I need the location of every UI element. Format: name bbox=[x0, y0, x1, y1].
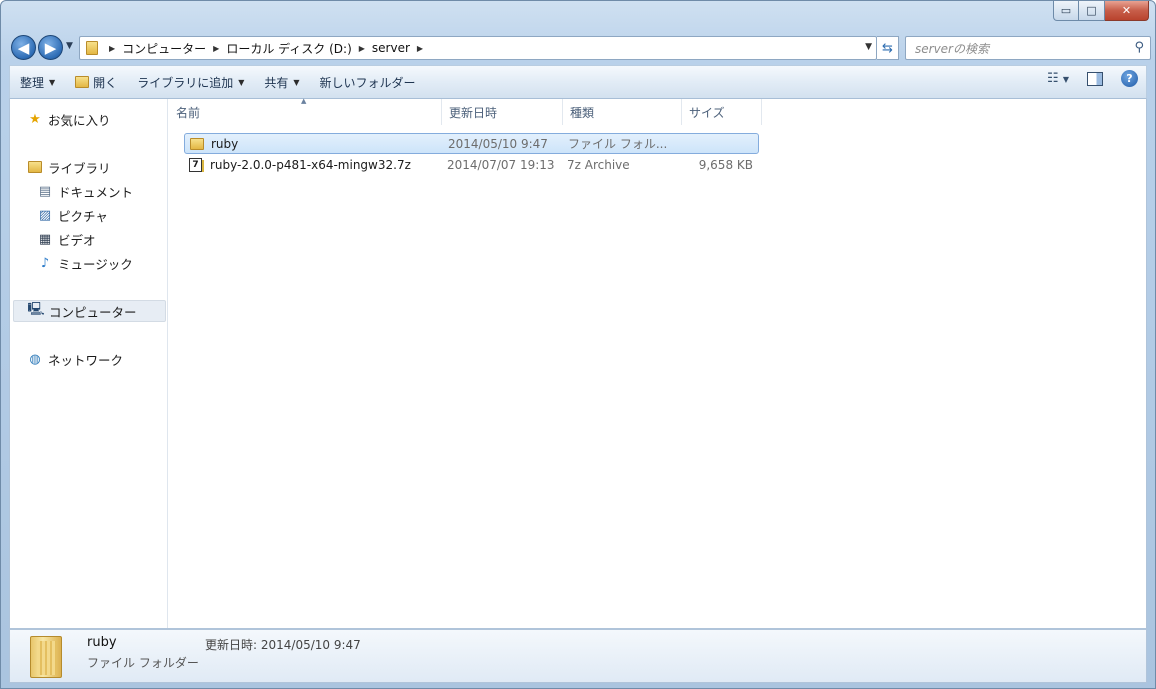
new-folder-label: 新しいフォルダー bbox=[319, 75, 416, 90]
sort-ascending-icon: ▲ bbox=[301, 97, 307, 105]
file-size: 9,658 KB bbox=[698, 157, 753, 172]
add-to-library-button[interactable]: ライブラリに追加 ▼ bbox=[127, 69, 254, 95]
nav-item-label: ビデオ bbox=[58, 232, 96, 248]
refresh-button[interactable]: ⇆ bbox=[877, 36, 899, 60]
column-header-label: 種類 bbox=[570, 105, 595, 120]
chevron-right-icon[interactable]: ▶ bbox=[109, 44, 115, 53]
new-folder-button[interactable]: 新しいフォルダー bbox=[310, 69, 426, 95]
chevron-down-icon: ▼ bbox=[49, 77, 56, 87]
back-button[interactable]: ◀ bbox=[11, 35, 36, 60]
chevron-right-icon[interactable]: ▶ bbox=[213, 44, 219, 53]
breadcrumb-computer[interactable]: コンピューター bbox=[122, 40, 206, 57]
library-icon bbox=[26, 161, 44, 173]
nav-item-label: ピクチャ bbox=[58, 208, 108, 224]
recent-pages-dropdown-icon[interactable]: ▼ bbox=[66, 41, 73, 51]
column-header-label: 更新日時 bbox=[449, 105, 498, 120]
explorer-window: ▭ □ ✕ ◀ ▶ ▼ ▶ コンピューター ▶ ローカル ディスク (D:) ▶… bbox=[0, 0, 1156, 689]
column-header-name[interactable]: ▲ 名前 bbox=[169, 97, 442, 125]
open-label: 開く bbox=[93, 75, 118, 90]
minimize-button[interactable]: ▭ bbox=[1053, 1, 1079, 21]
column-headers: ▲ 名前 更新日時 種類 サイズ bbox=[169, 97, 762, 125]
folder-icon bbox=[86, 41, 98, 55]
open-folder-icon bbox=[75, 76, 90, 88]
address-bar[interactable]: ▶ コンピューター ▶ ローカル ディスク (D:) ▶ server ▶ ▼ bbox=[79, 36, 877, 60]
file-type: ファイル フォル... bbox=[568, 137, 668, 151]
add-to-library-label: ライブラリに追加 bbox=[137, 75, 234, 90]
chevron-right-icon[interactable]: ▶ bbox=[417, 44, 423, 53]
star-icon: ★ bbox=[29, 111, 41, 127]
command-bar: 整理 ▼ 開く ライブラリに追加 ▼ 共有 ▼ 新しいフォルダー ☷ ▼ ? bbox=[9, 65, 1147, 99]
chevron-right-icon[interactable]: ▶ bbox=[359, 44, 365, 53]
open-button[interactable]: 開く bbox=[65, 69, 127, 95]
search-placeholder: serverの検索 bbox=[915, 41, 989, 56]
maximize-button[interactable]: □ bbox=[1079, 1, 1105, 21]
file-date: 2014/05/10 9:47 bbox=[448, 136, 548, 151]
file-date: 2014/07/07 19:13 bbox=[447, 157, 555, 172]
arrow-right-icon: ▶ bbox=[44, 38, 57, 57]
nav-item-label: ミュージック bbox=[58, 256, 133, 272]
details-modified: 更新日時: 2014/05/10 9:47 bbox=[205, 638, 361, 652]
nav-item-label: ネットワーク bbox=[48, 352, 124, 368]
address-row: ◀ ▶ ▼ ▶ コンピューター ▶ ローカル ディスク (D:) ▶ serve… bbox=[9, 33, 1151, 61]
breadcrumb-server[interactable]: server bbox=[372, 41, 410, 55]
search-icon[interactable]: ⚲ bbox=[1134, 40, 1144, 55]
search-input[interactable]: serverの検索 ⚲ bbox=[905, 36, 1151, 60]
nav-item-network[interactable]: ◍ ネットワーク bbox=[26, 348, 182, 370]
nav-item-label: ライブラリ bbox=[48, 160, 111, 176]
music-note-icon: ♪ bbox=[40, 255, 50, 271]
refresh-icon: ⇆ bbox=[882, 40, 893, 56]
details-type: ファイル フォルダー bbox=[87, 656, 199, 670]
nav-item-favorites[interactable]: ★ お気に入り bbox=[26, 108, 182, 130]
organize-label: 整理 bbox=[20, 75, 45, 90]
column-header-size[interactable]: サイズ bbox=[682, 99, 762, 125]
address-dropdown-icon[interactable]: ▼ bbox=[865, 42, 872, 52]
column-header-label: 名前 bbox=[176, 105, 201, 120]
details-name: ruby bbox=[87, 635, 117, 650]
column-header-label: サイズ bbox=[689, 105, 725, 120]
chevron-down-icon: ▼ bbox=[293, 77, 300, 87]
caption-buttons: ▭ □ ✕ bbox=[1053, 1, 1149, 21]
help-icon[interactable]: ? bbox=[1121, 70, 1138, 87]
details-pane: ruby ファイル フォルダー 更新日時: 2014/05/10 9:47 bbox=[9, 629, 1147, 683]
computer-icon: 🖳 bbox=[27, 302, 45, 317]
change-view-icon[interactable]: ☷ ▼ bbox=[1047, 71, 1069, 86]
file-list: ▲ 名前 更新日時 種類 サイズ ruby 2014/05/10 9:47 ファ… bbox=[169, 97, 1146, 628]
file-type: 7z Archive bbox=[567, 157, 630, 172]
7z-archive-icon: 7 bbox=[189, 157, 205, 172]
file-name-cell: 7 ruby-2.0.0-p481-x64-mingw32.7z bbox=[184, 157, 441, 172]
nav-item-label: コンピューター bbox=[49, 304, 137, 320]
file-row[interactable]: 7 ruby-2.0.0-p481-x64-mingw32.7z 2014/07… bbox=[184, 154, 759, 175]
navigation-pane: ★ お気に入り ライブラリ ▤ ドキュメント ▨ ピクチャ ▦ ビデオ ♪ ミュ… bbox=[10, 99, 168, 628]
document-icon: ▤ bbox=[38, 183, 52, 199]
breadcrumb-local-disk[interactable]: ローカル ディスク (D:) bbox=[226, 40, 351, 57]
arrow-left-icon: ◀ bbox=[17, 38, 30, 57]
file-row[interactable]: ruby 2014/05/10 9:47 ファイル フォル... bbox=[184, 133, 759, 154]
nav-item-label: ドキュメント bbox=[58, 184, 134, 200]
file-name: ruby bbox=[211, 136, 239, 151]
file-name-cell: ruby bbox=[185, 137, 442, 151]
chevron-down-icon: ▼ bbox=[238, 77, 245, 87]
column-header-type[interactable]: 種類 bbox=[563, 99, 682, 125]
body-area: ★ お気に入り ライブラリ ▤ ドキュメント ▨ ピクチャ ▦ ビデオ ♪ ミュ… bbox=[9, 97, 1147, 629]
video-icon: ▦ bbox=[38, 231, 52, 247]
toolbar-right-group: ☷ ▼ ? bbox=[1047, 70, 1138, 87]
forward-button[interactable]: ▶ bbox=[38, 35, 63, 60]
network-icon: ◍ bbox=[29, 351, 41, 367]
preview-pane-icon[interactable] bbox=[1087, 71, 1103, 86]
folder-icon bbox=[30, 636, 62, 678]
folder-icon bbox=[190, 137, 206, 150]
nav-item-libraries[interactable]: ライブラリ bbox=[26, 156, 182, 178]
organize-button[interactable]: 整理 ▼ bbox=[10, 69, 65, 95]
nav-item-computer[interactable]: 🖳 コンピューター bbox=[13, 300, 166, 322]
share-button[interactable]: 共有 ▼ bbox=[254, 69, 309, 95]
nav-item-label: お気に入り bbox=[48, 112, 111, 128]
close-button[interactable]: ✕ bbox=[1105, 1, 1149, 21]
share-label: 共有 bbox=[264, 75, 289, 90]
picture-icon: ▨ bbox=[38, 207, 52, 223]
column-header-date[interactable]: 更新日時 bbox=[442, 99, 563, 125]
file-name: ruby-2.0.0-p481-x64-mingw32.7z bbox=[210, 157, 411, 172]
